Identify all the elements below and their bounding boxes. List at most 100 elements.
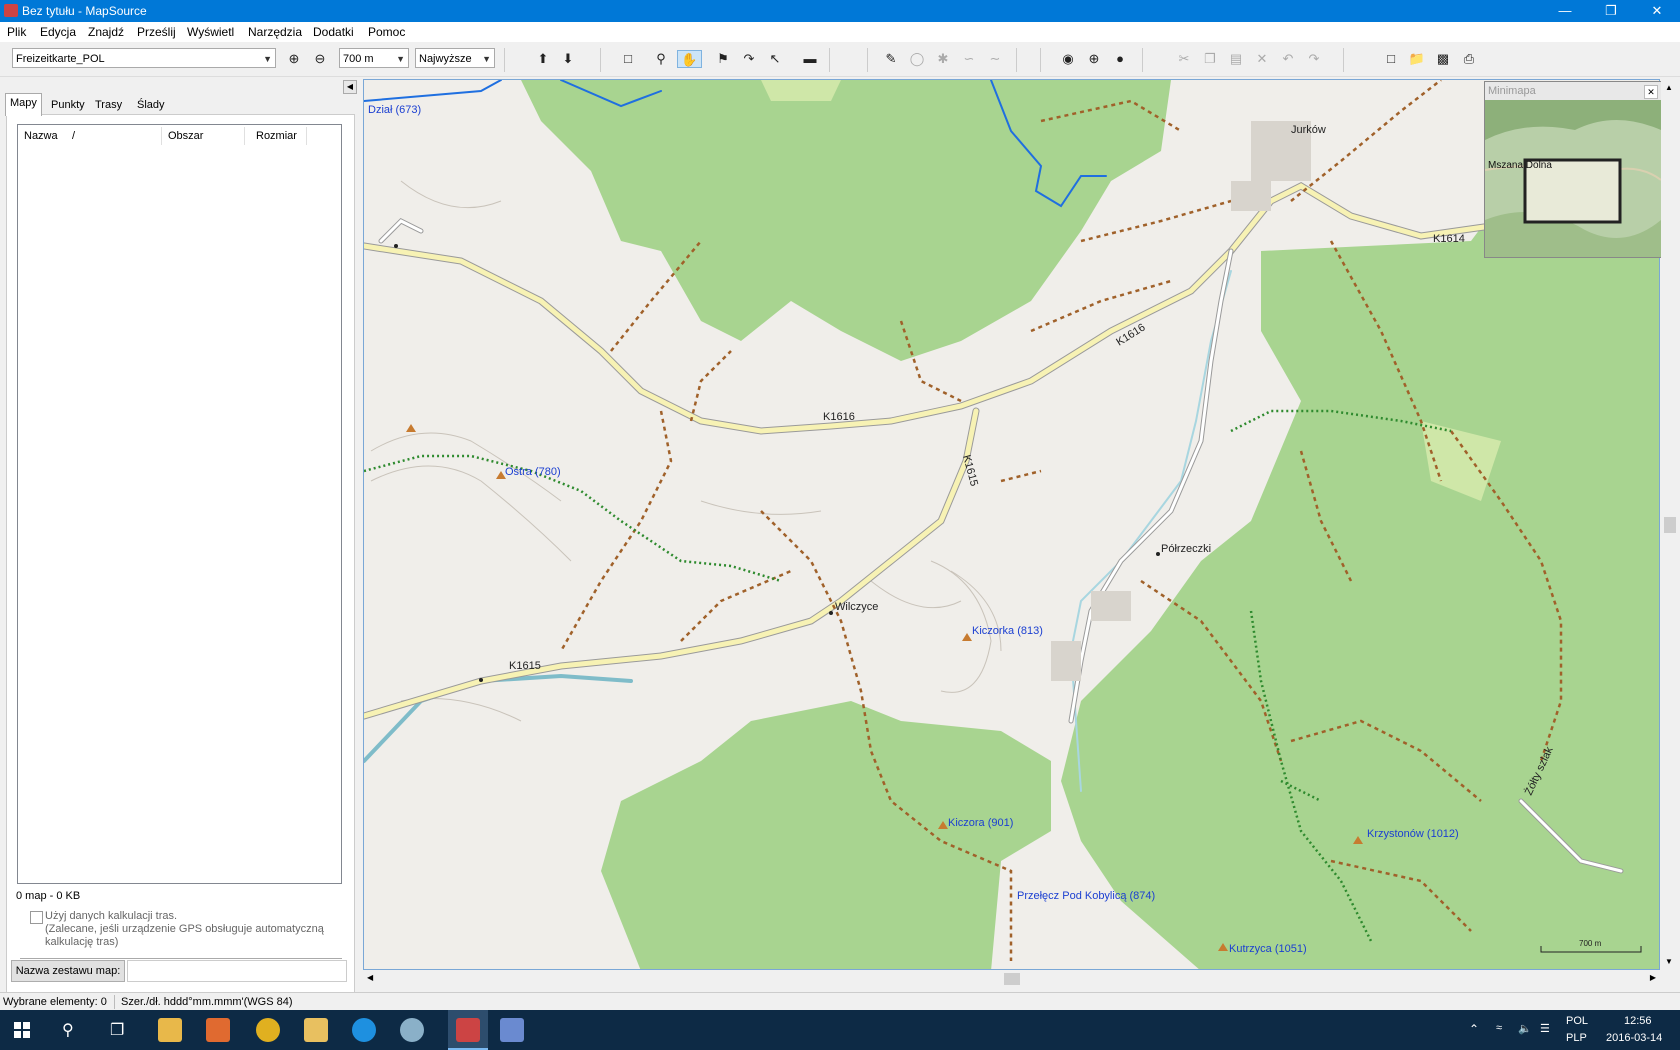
tab-mapy[interactable]: Mapy bbox=[5, 93, 42, 116]
menu-wyswietl[interactable]: Wyświetl bbox=[187, 25, 234, 39]
undo-icon[interactable]: ↶ bbox=[1278, 50, 1298, 68]
map-view[interactable]: Dział (673) Jurków K1614 K1616 K1616 K16… bbox=[363, 79, 1660, 970]
zoom-in-icon[interactable]: ⊕ bbox=[284, 50, 304, 68]
track-filter-icon[interactable]: ∼ bbox=[985, 50, 1005, 68]
measure-ruler-icon[interactable]: ▬ bbox=[798, 50, 822, 68]
mapset-name-input[interactable] bbox=[127, 960, 347, 982]
zoom-level-select[interactable]: 700 m ▼ bbox=[339, 48, 409, 68]
route-calc-checkbox[interactable] bbox=[30, 911, 43, 924]
chrome-icon[interactable] bbox=[256, 1018, 280, 1042]
new-document-icon[interactable]: □ bbox=[1381, 50, 1401, 68]
minimap-panel[interactable]: Minimapa ✕ Mszana Dolna bbox=[1484, 81, 1662, 258]
map-product-select[interactable]: Freizeitkarte_POL ▼ bbox=[12, 48, 276, 68]
scroll-thumb[interactable] bbox=[1004, 973, 1020, 985]
find-recent-icon[interactable]: ● bbox=[1110, 50, 1130, 68]
menu-znajdz[interactable]: Znajdź bbox=[88, 25, 124, 39]
chevron-up-icon[interactable]: ⌃ bbox=[1469, 1022, 1479, 1036]
close-icon[interactable]: ✕ bbox=[1644, 85, 1658, 99]
toolbar-separator bbox=[1016, 48, 1017, 72]
menu-narzedzia[interactable]: Narzędzia bbox=[248, 25, 302, 39]
toolbar-separator bbox=[1040, 48, 1041, 72]
detail-level-select[interactable]: Najwyższe ▼ bbox=[415, 48, 495, 68]
vertical-scrollbar[interactable]: ▲ ▼ bbox=[1661, 79, 1679, 970]
map-tool-icon[interactable]: □ bbox=[618, 50, 638, 68]
waypoint-flag-icon[interactable]: ⚑ bbox=[713, 50, 733, 68]
divide-track-icon[interactable]: ✱ bbox=[933, 50, 953, 68]
scroll-thumb[interactable] bbox=[1664, 517, 1676, 533]
skype-icon[interactable] bbox=[352, 1018, 376, 1042]
menu-przeslij[interactable]: Prześlij bbox=[137, 25, 176, 39]
eraser-icon[interactable]: ◯ bbox=[907, 50, 927, 68]
taskbar-mapsource-button[interactable] bbox=[448, 1010, 488, 1050]
cut-icon[interactable]: ✂ bbox=[1174, 50, 1194, 68]
wifi-icon[interactable]: ≈ bbox=[1496, 1022, 1502, 1034]
paste-icon[interactable]: ▤ bbox=[1226, 50, 1246, 68]
open-folder-icon[interactable]: 📁 bbox=[1407, 50, 1427, 68]
clock-date[interactable]: 2016-03-14 bbox=[1606, 1032, 1662, 1044]
copy-icon[interactable]: ❐ bbox=[1200, 50, 1220, 68]
receive-from-device-icon[interactable]: ⬆ bbox=[533, 50, 553, 68]
close-button[interactable]: ✕ bbox=[1634, 0, 1680, 22]
map-canvas[interactable]: Dział (673) Jurków K1614 K1616 K1616 K16… bbox=[364, 80, 1660, 970]
horizontal-scrollbar[interactable]: ◀ ▶ bbox=[363, 970, 1660, 988]
windows-start-icon[interactable] bbox=[14, 1022, 30, 1038]
volume-icon[interactable]: 🔈 bbox=[1518, 1022, 1532, 1035]
tab-slady[interactable]: Ślady bbox=[133, 96, 169, 114]
label-wilczyce: Wilczyce bbox=[835, 601, 878, 613]
send-to-device-icon[interactable]: ⬇ bbox=[558, 50, 578, 68]
menu-plik[interactable]: Plik bbox=[7, 25, 26, 39]
column-divider[interactable] bbox=[244, 127, 245, 145]
file-explorer-icon[interactable] bbox=[158, 1018, 182, 1042]
hand-tool-icon[interactable]: ✋ bbox=[677, 50, 702, 68]
task-view-icon[interactable]: ❐ bbox=[110, 1020, 124, 1040]
column-header-area[interactable]: Obszar bbox=[168, 130, 203, 142]
taskbar: ⚲ ❐ ⌃ ≈ 🔈 ☰ POL PLP 12:56 2016-03-14 bbox=[0, 1010, 1680, 1050]
mapsource-app-icon bbox=[456, 1018, 480, 1042]
input-layout[interactable]: PLP bbox=[1566, 1032, 1587, 1044]
pencil-track-icon[interactable]: ✎ bbox=[881, 50, 901, 68]
column-header-size[interactable]: Rozmiar bbox=[256, 130, 297, 142]
menu-pomoc[interactable]: Pomoc bbox=[368, 25, 405, 39]
maximize-button[interactable]: ❐ bbox=[1588, 0, 1634, 22]
search-icon[interactable]: ⚲ bbox=[62, 1020, 74, 1040]
zoom-tool-icon[interactable]: ⚲ bbox=[651, 50, 671, 68]
checkbox-label: Użyj danych kalkulacji tras. bbox=[45, 910, 178, 922]
find-nearest-icon[interactable]: ⊕ bbox=[1084, 50, 1104, 68]
delete-icon[interactable]: ✕ bbox=[1252, 50, 1272, 68]
collapse-panel-icon[interactable]: ◀ bbox=[343, 80, 357, 94]
detail-level-value: Najwyższe bbox=[419, 53, 472, 65]
redo-icon[interactable]: ↷ bbox=[1304, 50, 1324, 68]
chevron-down-icon[interactable]: ▼ bbox=[1665, 957, 1673, 966]
chevron-right-icon[interactable]: ▶ bbox=[1650, 973, 1656, 982]
notification-icon[interactable]: ☰ bbox=[1540, 1022, 1550, 1035]
save-icon[interactable]: ▩ bbox=[1433, 50, 1453, 68]
column-divider[interactable] bbox=[161, 127, 162, 145]
input-language[interactable]: POL bbox=[1566, 1015, 1588, 1027]
select-arrow-icon[interactable]: ↖ bbox=[765, 50, 785, 68]
globe-app-icon[interactable] bbox=[400, 1018, 424, 1042]
find-binoculars-icon[interactable]: ◉ bbox=[1058, 50, 1078, 68]
toolbar: Freizeitkarte_POL ▼ ⊕ ⊖ 700 m ▼ Najwyższe ▼… bbox=[0, 42, 1680, 77]
mapsource-app-icon bbox=[4, 4, 18, 17]
minimap-canvas[interactable]: Mszana Dolna bbox=[1485, 100, 1661, 257]
tab-punkty[interactable]: Punkty bbox=[47, 96, 89, 114]
clock-time[interactable]: 12:56 bbox=[1624, 1015, 1652, 1027]
column-header-name[interactable]: Nazwa bbox=[24, 130, 58, 142]
maps-list[interactable]: Nazwa / Obszar Rozmiar bbox=[17, 124, 342, 884]
menu-dodatki[interactable]: Dodatki bbox=[313, 25, 354, 39]
chevron-left-icon[interactable]: ◀ bbox=[367, 973, 373, 982]
tools-app-icon[interactable] bbox=[500, 1018, 524, 1042]
column-divider[interactable] bbox=[306, 127, 307, 145]
media-player-icon[interactable] bbox=[206, 1018, 230, 1042]
print-icon[interactable]: ⎙ bbox=[1459, 50, 1479, 68]
route-tool-icon[interactable]: ↷ bbox=[739, 50, 759, 68]
menu-edycja[interactable]: Edycja bbox=[40, 25, 76, 39]
mapset-name-button[interactable]: Nazwa zestawu map: bbox=[11, 960, 125, 982]
tab-trasy[interactable]: Trasy bbox=[91, 96, 126, 114]
chevron-up-icon[interactable]: ▲ bbox=[1665, 83, 1673, 92]
join-track-icon[interactable]: ∽ bbox=[959, 50, 979, 68]
menu-bar: Plik Edycja Znajdź Prześlij Wyświetl Nar… bbox=[0, 22, 1680, 42]
zoom-out-icon[interactable]: ⊖ bbox=[310, 50, 330, 68]
minimize-button[interactable]: — bbox=[1542, 0, 1588, 22]
folder-icon[interactable] bbox=[304, 1018, 328, 1042]
